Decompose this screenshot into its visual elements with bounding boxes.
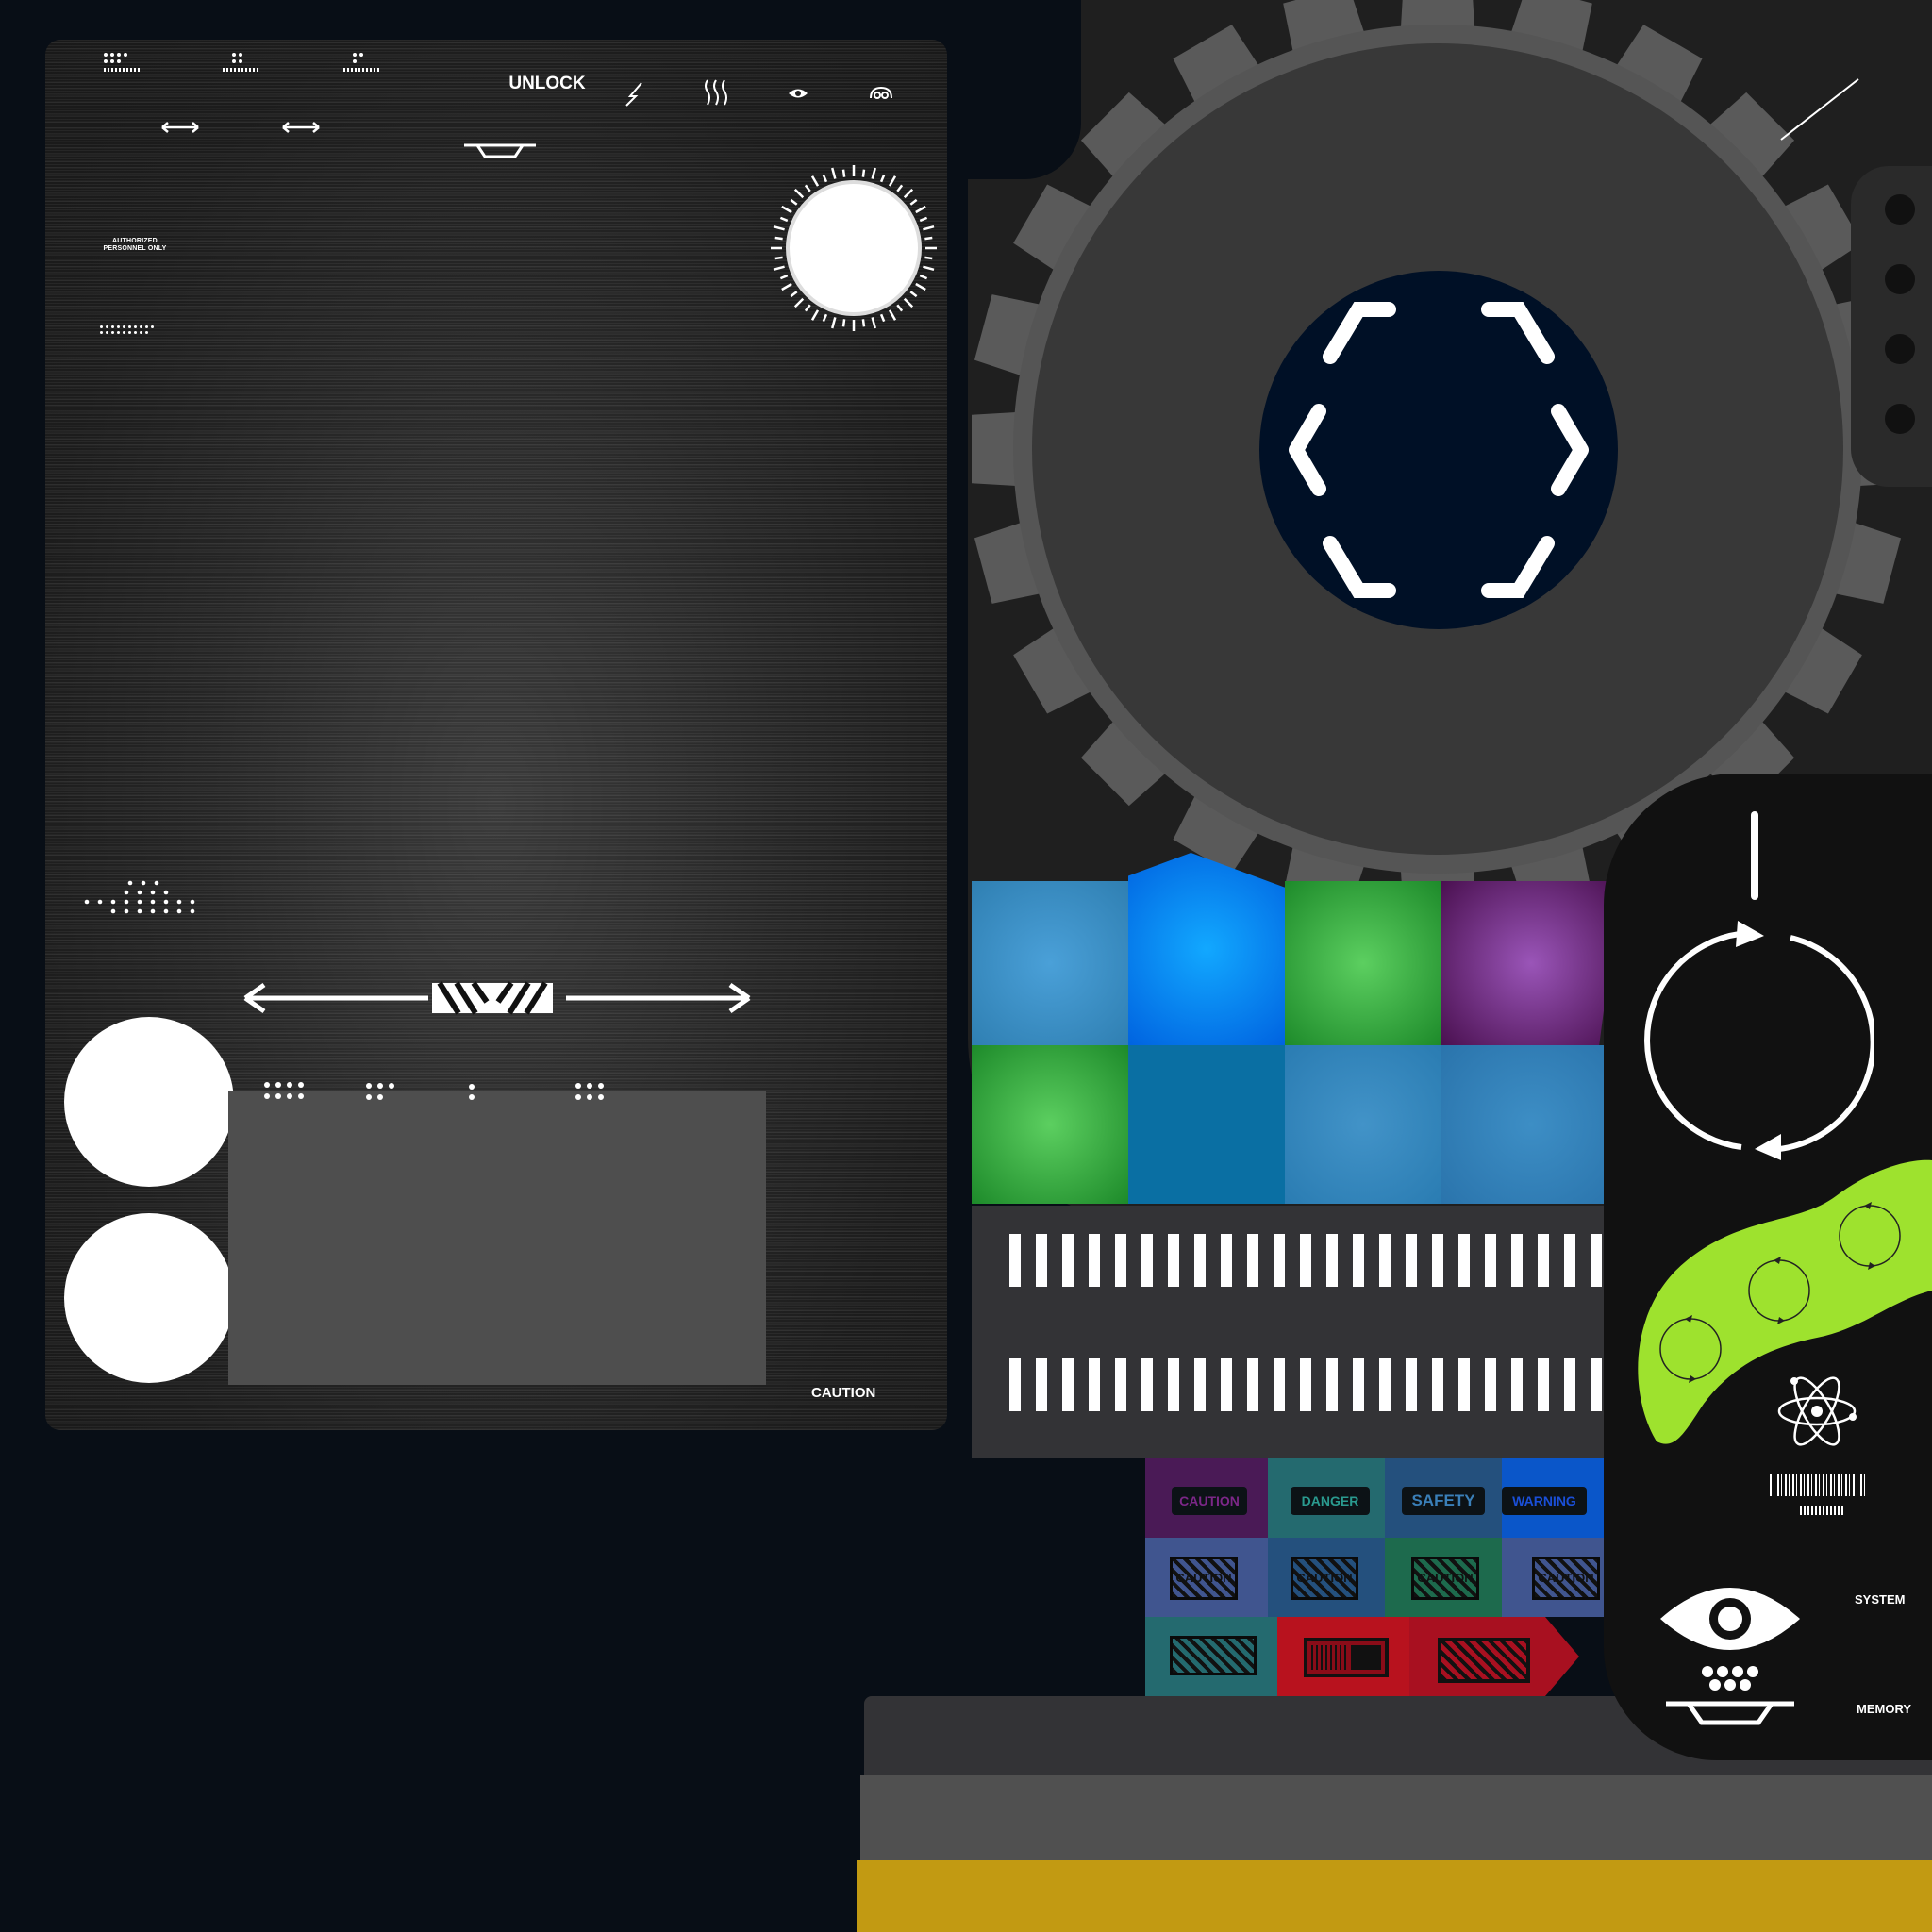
system-label: SYSTEM bbox=[1855, 1592, 1906, 1607]
danger-sign: DANGER bbox=[1291, 1487, 1370, 1515]
hatch-badge bbox=[1170, 1636, 1257, 1675]
warning-sign: WARNING bbox=[1502, 1487, 1587, 1515]
double-arrow-icon bbox=[161, 122, 199, 133]
caution-badge: CAUTION bbox=[1170, 1557, 1238, 1600]
control-panel-plate: UNLOCK AUTHORIZED PERSONNEL ONLY CAUTION bbox=[45, 40, 947, 1430]
hatch-badge-red bbox=[1438, 1638, 1530, 1683]
color-tile[interactable] bbox=[1441, 1045, 1621, 1204]
stripe-row-top bbox=[1009, 1234, 1613, 1287]
eye-icon bbox=[1660, 1588, 1800, 1725]
caution-sign: CAUTION bbox=[1172, 1487, 1247, 1515]
display-screen bbox=[228, 1091, 766, 1385]
dot-indicator-2 bbox=[223, 53, 258, 72]
swirl-icon bbox=[870, 86, 892, 99]
color-tile[interactable] bbox=[1128, 853, 1285, 1045]
slide-arrow-track[interactable] bbox=[240, 979, 757, 1017]
caution-badge: CAUTION bbox=[1532, 1557, 1600, 1600]
eye-slit-icon bbox=[789, 89, 808, 98]
dot-indicator-1 bbox=[104, 53, 140, 72]
bolt-icon bbox=[1885, 264, 1915, 294]
color-tile[interactable] bbox=[972, 881, 1128, 1045]
caution-badge: CAUTION bbox=[1291, 1557, 1358, 1600]
bolt-icon bbox=[1885, 194, 1915, 225]
authorized-personnel-label: AUTHORIZED PERSONNEL ONLY bbox=[103, 238, 167, 252]
double-arrow-icon bbox=[282, 122, 320, 133]
color-tile[interactable] bbox=[1441, 881, 1621, 1045]
color-tile[interactable] bbox=[1128, 1045, 1285, 1204]
heat-waves-icon bbox=[705, 79, 727, 106]
dot-indicators-row bbox=[264, 1082, 604, 1100]
rotate-cycle-icon[interactable] bbox=[1638, 809, 1874, 1172]
color-tile-grid bbox=[972, 853, 1623, 1206]
hex-socket-button[interactable] bbox=[1258, 270, 1619, 630]
memory-label: MEMORY bbox=[1857, 1702, 1912, 1716]
barcode-small bbox=[1800, 1506, 1843, 1515]
color-tile[interactable] bbox=[1285, 1045, 1441, 1204]
color-tile[interactable] bbox=[972, 1045, 1128, 1204]
atom-icon bbox=[1777, 1376, 1857, 1446]
scratch-line bbox=[1780, 78, 1859, 141]
dot-indicator-3 bbox=[343, 53, 379, 72]
unlock-tray-icon bbox=[464, 143, 536, 158]
battery-indicator bbox=[1304, 1638, 1389, 1677]
bolt-strip bbox=[1851, 166, 1932, 487]
base-strip-grey bbox=[860, 1775, 1932, 1860]
bolt-icon bbox=[1885, 334, 1915, 364]
stripe-row-bottom bbox=[1009, 1358, 1613, 1411]
warning-sign-block: CAUTION DANGER SAFETY WARNING CAUTION CA… bbox=[1145, 1458, 1674, 1696]
unlock-label: UNLOCK bbox=[508, 74, 586, 93]
sun-dial-button[interactable] bbox=[768, 162, 940, 334]
base-strip-yellow bbox=[857, 1860, 1932, 1932]
lightning-icon bbox=[625, 82, 642, 107]
round-button-top[interactable] bbox=[64, 1017, 234, 1187]
caution-badge: CAUTION bbox=[1411, 1557, 1479, 1600]
safety-sign: SAFETY bbox=[1402, 1487, 1485, 1515]
color-tile[interactable] bbox=[1285, 881, 1441, 1045]
dot-matrix-small bbox=[100, 325, 154, 334]
round-button-bottom[interactable] bbox=[64, 1213, 234, 1383]
caution-label: CAUTION bbox=[811, 1385, 876, 1401]
bolt-icon bbox=[1885, 404, 1915, 434]
stripe-panel bbox=[972, 1206, 1651, 1458]
dot-cluster-icon bbox=[81, 877, 204, 925]
barcode bbox=[1770, 1474, 1868, 1496]
